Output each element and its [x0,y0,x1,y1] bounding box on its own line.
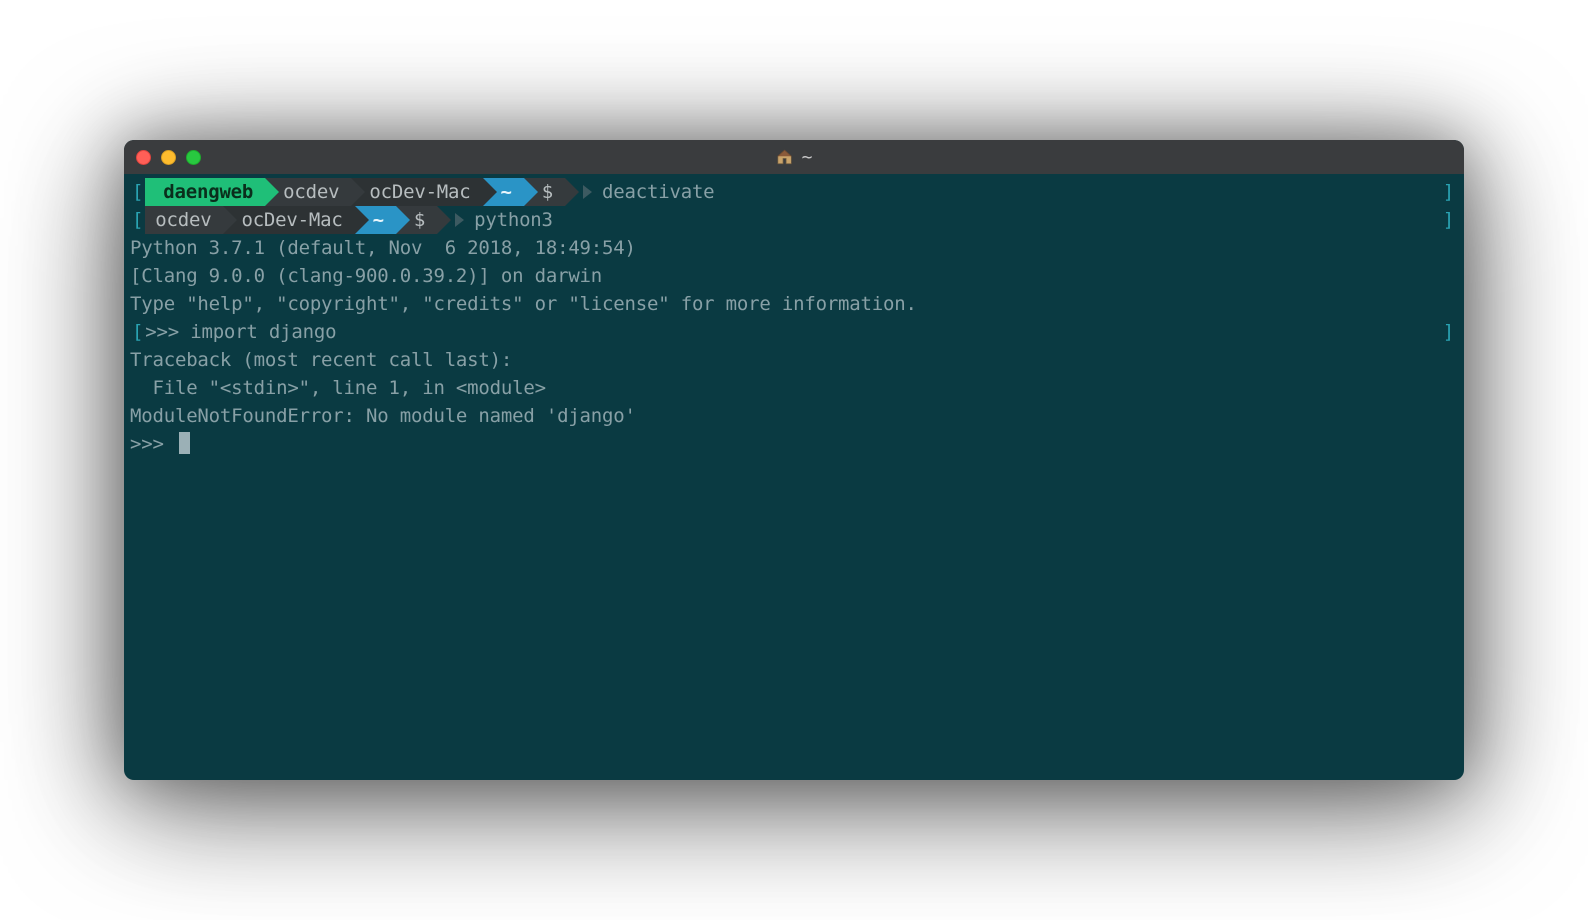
venv-segment: daengweb [145,178,265,206]
window-title: ~ [776,147,813,168]
bracket-close: ] [1443,206,1458,234]
home-icon [776,148,794,166]
host-segment: ocDev-Mac [351,178,482,206]
symbol-label: $ [414,206,425,234]
prompt-line-1: [ daengweb ocdev ocDev-Mac ~ $ deactivat… [130,178,1458,206]
user-segment: ocdev [145,206,223,234]
symbol-label: $ [542,178,553,206]
output-line: Python 3.7.1 (default, Nov 6 2018, 18:49… [130,234,1458,262]
arrow-icon [455,213,464,227]
bracket-open: [ [130,206,145,234]
path-label: ~ [373,206,384,234]
host-segment: ocDev-Mac [223,206,354,234]
venv-label: daengweb [163,178,253,206]
traceback-line: File "<stdin>", line 1, in <module> [130,374,1458,402]
output-line: [Clang 9.0.0 (clang-900.0.39.2)] on darw… [130,262,1458,290]
traceback-line: ModuleNotFoundError: No module named 'dj… [130,402,1458,430]
bracket-close: ] [1443,178,1458,206]
minimize-icon[interactable] [161,150,176,165]
titlebar[interactable]: ~ [124,140,1464,174]
traffic-lights [136,150,201,165]
terminal-window: ~ [ daengweb ocdev ocDev-Mac ~ $ deactiv… [124,140,1464,780]
repl-line-2[interactable]: >>> [130,430,1458,458]
bracket-close: ] [1443,318,1458,346]
close-icon[interactable] [136,150,151,165]
repl-line-1: [>>> import django ] [130,318,1458,346]
repl-input: import django [190,318,336,346]
cursor-icon [179,432,190,454]
host-label: ocDev-Mac [369,178,470,206]
repl-prompt: >>> [130,430,175,458]
bracket-open: [ [130,178,145,206]
window-frame: ~ [ daengweb ocdev ocDev-Mac ~ $ deactiv… [124,140,1464,780]
terminal-body[interactable]: [ daengweb ocdev ocDev-Mac ~ $ deactivat… [124,174,1464,464]
command-text: deactivate [600,178,714,206]
bracket-open: [ [130,318,145,346]
maximize-icon[interactable] [186,150,201,165]
user-label: ocdev [155,206,211,234]
output-line: Type "help", "copyright", "credits" or "… [130,290,1458,318]
title-text: ~ [802,147,813,168]
prompt-line-2: [ ocdev ocDev-Mac ~ $ python3 ] [130,206,1458,234]
path-label: ~ [501,178,512,206]
user-label: ocdev [283,178,339,206]
arrow-icon [583,185,592,199]
command-text: python3 [472,206,553,234]
repl-prompt: >>> [145,318,190,346]
host-label: ocDev-Mac [241,206,342,234]
traceback-line: Traceback (most recent call last): [130,346,1458,374]
